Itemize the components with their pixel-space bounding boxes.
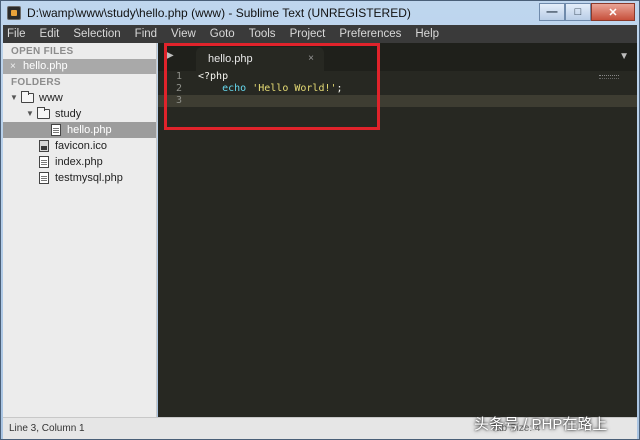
open-file-item[interactable]: × hello.php: [3, 59, 156, 74]
menu-help[interactable]: Help: [415, 28, 439, 40]
folder-open-icon: [21, 91, 34, 103]
tree-file-favicon[interactable]: favicon.ico: [3, 138, 156, 154]
menu-preferences[interactable]: Preferences: [339, 28, 401, 40]
menu-view[interactable]: View: [171, 28, 196, 40]
menu-tools[interactable]: Tools: [249, 28, 276, 40]
window-title: D:\wamp\www\study\hello.php (www) - Subl…: [27, 6, 411, 20]
sublime-app-icon: [7, 6, 21, 20]
menu-project[interactable]: Project: [290, 28, 326, 40]
menu-bar: File Edit Selection Find View Goto Tools…: [3, 25, 637, 43]
title-bar[interactable]: D:\wamp\www\study\hello.php (www) - Subl…: [1, 1, 639, 25]
tree-item-label: study: [55, 108, 82, 120]
tree-item-label: www: [39, 92, 63, 104]
tree-file-index[interactable]: index.php: [3, 154, 156, 170]
sidebar: OPEN FILES × hello.php FOLDERS ▼ www ▼ s…: [3, 43, 157, 417]
file-icon: [39, 156, 49, 168]
minimap[interactable]: [599, 75, 619, 79]
image-file-icon: [39, 140, 49, 152]
expand-arrow-icon[interactable]: ▼: [9, 90, 19, 106]
chevron-down-icon[interactable]: ▼: [619, 51, 629, 62]
tree-file-hello[interactable]: hello.php: [3, 122, 156, 138]
menu-selection[interactable]: Selection: [73, 28, 120, 40]
file-icon: [39, 172, 49, 184]
tree-folder-www[interactable]: ▼ www: [3, 90, 156, 106]
tree-item-label: favicon.ico: [55, 140, 107, 152]
folders-heading: FOLDERS: [11, 77, 61, 88]
open-file-label: hello.php: [23, 60, 68, 72]
tree-folder-study[interactable]: ▼ study: [3, 106, 156, 122]
folder-open-icon: [37, 107, 50, 119]
menu-goto[interactable]: Goto: [210, 28, 235, 40]
minimize-button[interactable]: —: [539, 3, 565, 21]
tree-item-label: index.php: [55, 156, 103, 168]
tree-item-label: testmysql.php: [55, 172, 123, 184]
maximize-button[interactable]: □: [565, 3, 591, 21]
menu-file[interactable]: File: [7, 28, 26, 40]
highlight-annotation-box: [164, 43, 380, 130]
close-button[interactable]: ✕: [591, 3, 635, 21]
menu-find[interactable]: Find: [135, 28, 157, 40]
watermark: 头条号 / PHP在路上: [474, 416, 608, 433]
close-file-icon[interactable]: ×: [10, 59, 16, 74]
tree-file-testmysql[interactable]: testmysql.php: [3, 170, 156, 186]
status-cursor-position: Line 3, Column 1: [9, 423, 85, 434]
window-controls: — □ ✕: [539, 3, 635, 21]
tree-item-label: hello.php: [67, 124, 112, 136]
open-files-heading: OPEN FILES: [11, 46, 74, 57]
menu-edit[interactable]: Edit: [40, 28, 60, 40]
expand-arrow-icon[interactable]: ▼: [25, 106, 35, 122]
file-icon: [51, 124, 61, 136]
